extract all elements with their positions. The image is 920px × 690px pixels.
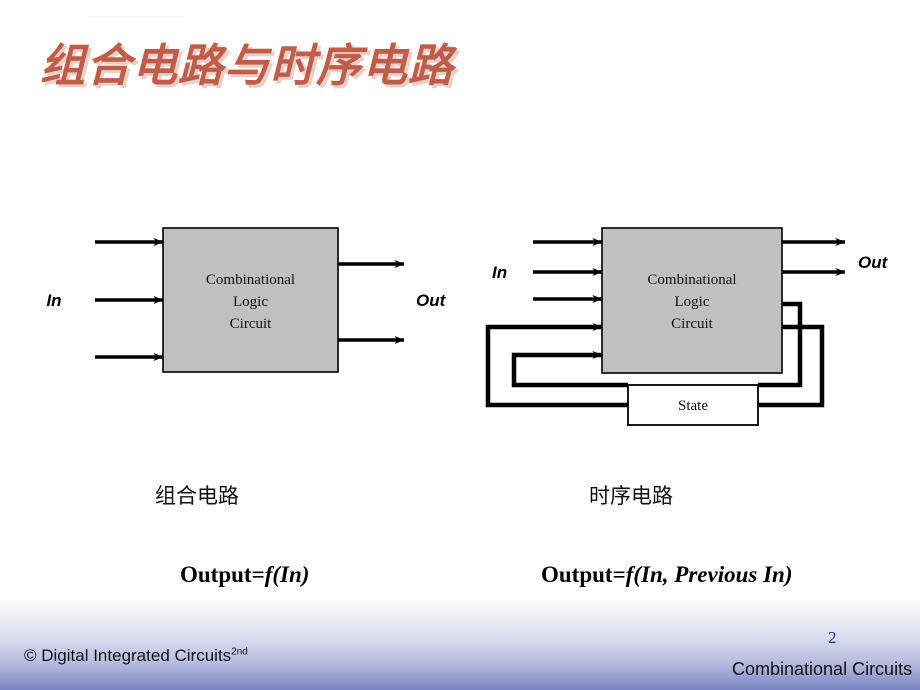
combinational-block-line2: Logic xyxy=(233,294,268,310)
combinational-out-label: Out xyxy=(416,291,447,310)
sequential-formula-eq: = xyxy=(612,562,626,587)
slide-canvas: 组合电路与时序电路 In Combinational Logic Circuit… xyxy=(0,0,920,690)
combinational-formula-args: (In) xyxy=(272,562,310,587)
combinational-block-line1: Combinational xyxy=(206,272,295,288)
state-block-label: State xyxy=(678,398,708,414)
combinational-in-label: In xyxy=(46,291,61,310)
sequential-out-label: Out xyxy=(858,253,889,272)
combinational-circuit-diagram: In Combinational Logic Circuit Out xyxy=(46,227,447,373)
footer-section-title: Combinational Circuits xyxy=(732,659,913,679)
footer-edition: 2nd xyxy=(231,646,248,658)
sequential-block-line1: Combinational xyxy=(647,272,736,288)
combinational-caption: 组合电路 xyxy=(155,484,239,508)
sequential-circuit-diagram: In Combinational Logic Circuit Out State xyxy=(485,227,889,426)
sequential-in-label: In xyxy=(492,263,507,282)
sequential-output-arrows xyxy=(782,238,846,276)
combinational-output-arrows xyxy=(338,260,405,344)
footer-copyright: © Digital Integrated Circuits2nd xyxy=(24,646,248,666)
combinational-input-arrows xyxy=(95,238,164,361)
combinational-formula-eq: = xyxy=(251,562,265,587)
footer-copyright-text: © Digital Integrated Circuits xyxy=(24,646,232,665)
combinational-block-line3: Circuit xyxy=(230,316,272,332)
sequential-formula: Output=f(In, Previous In) xyxy=(541,562,792,588)
sequential-block-line2: Logic xyxy=(675,294,710,310)
combinational-formula: Output=f(In) xyxy=(180,562,309,588)
page-number: 2 xyxy=(828,628,837,647)
top-rule-decoration xyxy=(88,16,184,17)
combinational-formula-lhs: Output xyxy=(180,562,252,587)
sequential-block-line3: Circuit xyxy=(671,316,713,332)
sequential-input-arrows xyxy=(533,238,603,303)
sequential-formula-lhs: Output xyxy=(541,562,613,587)
sequential-caption: 时序电路 xyxy=(589,484,673,508)
page-title: 组合电路与时序电路 xyxy=(40,41,455,91)
sequential-formula-args: (In, Previous In) xyxy=(633,562,793,587)
